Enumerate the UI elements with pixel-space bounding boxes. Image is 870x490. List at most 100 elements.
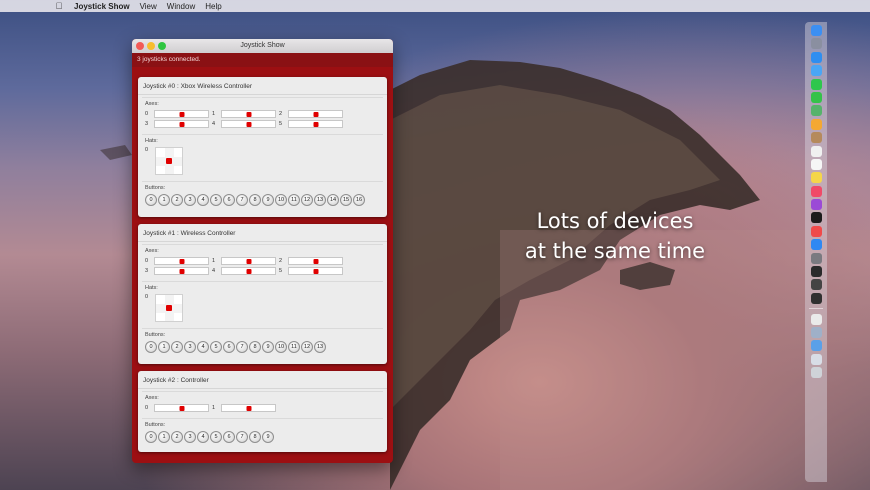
menu-app-name[interactable]: Joystick Show [74,2,130,11]
promo-caption: Lots of devices at the same time [480,206,750,266]
facetime-icon[interactable] [810,91,822,103]
joystick-button-6: 6 [223,431,235,443]
music-icon[interactable] [810,185,822,197]
window-title: Joystick Show [240,42,285,49]
axis-2: 2 [279,257,346,265]
axis-indicator [246,269,251,274]
joystick-button-3: 3 [184,431,196,443]
buttons-row: 0123456789 [145,431,380,443]
joystick-panel-2: Joystick #2 : Controller Axes: 0 1 Buttons: 0… [138,371,387,452]
podcasts-icon[interactable] [810,199,822,211]
axes-section: Axes: 0 1 [142,391,383,416]
axis-bar [288,267,343,275]
joystick-button-1: 1 [158,431,170,443]
photos-icon[interactable] [810,118,822,130]
axis-1: 1 [212,110,279,118]
news-icon[interactable] [810,225,822,237]
finder-icon[interactable] [810,25,822,36]
caption-line-1: Lots of devices [536,209,694,233]
maps-icon[interactable] [810,105,822,117]
axes-label: Axes: [145,248,159,254]
axis-index-label: 0 [145,258,149,264]
contacts-icon[interactable] [810,132,822,144]
trash-icon[interactable] [810,367,822,379]
apple-menu-icon[interactable]:  [52,1,66,11]
axis-3: 3 [145,120,212,128]
app-store-icon[interactable] [810,239,822,251]
preview-icon[interactable] [810,313,822,325]
hat-0: 0 [145,294,380,322]
axis-bar [221,110,276,118]
safari-icon[interactable] [810,51,822,63]
axes-grid: 01 [145,404,380,412]
joystick-button-13: 13 [314,341,326,353]
joystick-button-2: 2 [171,194,183,206]
joystick-title: Joystick #1 : Wireless Controller [138,224,387,242]
axis-bar [221,267,276,275]
buttons-row: 0 1 2 3 4 5 6 7 8 9 10 11 12 13 [145,341,380,353]
messages-icon[interactable] [810,78,822,90]
joystick-button-8: 8 [249,341,261,353]
axis-indicator [313,259,318,264]
joystick-button-7: 7 [236,341,248,353]
joystick-panel-1: Joystick #1 : Wireless Controller Axes: 0 1… [138,224,387,364]
axis-2: 2 [279,110,346,118]
minimize-window-button[interactable] [147,42,155,50]
joystick-button-5: 5 [210,194,222,206]
joystick-panel-0: Joystick #0 : Xbox Wireless Controller Ax… [138,77,387,217]
axis-index-label: 4 [212,268,216,274]
window-titlebar[interactable]: Joystick Show [132,39,393,53]
axis-bar [154,404,209,412]
joystick-button-8: 8 [249,194,261,206]
axis-bar [288,257,343,265]
axis-bar [221,257,276,265]
axis-bar [288,120,343,128]
axis-index-label: 1 [212,405,216,411]
buttons-label: Buttons: [145,332,166,338]
axis-0: 0 [145,257,212,265]
joystick-button-1: 1 [158,194,170,206]
joystick-button-13: 13 [314,194,326,206]
menu-window[interactable]: Window [167,2,195,11]
joystick-button-4: 4 [197,341,209,353]
axis-index-label: 5 [279,268,283,274]
hat-index-label: 0 [145,147,149,153]
console-icon[interactable] [810,279,822,291]
terminal-icon[interactable] [810,266,822,278]
axis-bar [154,267,209,275]
downloads-icon[interactable] [810,326,822,338]
folder-icon[interactable] [810,340,822,352]
axis-indicator [246,259,251,264]
axis-index-label: 1 [212,111,216,117]
system-preferences-icon[interactable] [810,252,822,264]
joystick-button-3: 3 [184,194,196,206]
menu-bar:  Joystick Show View Window Help [0,0,870,12]
joystick-button-10: 10 [275,341,287,353]
notes-icon[interactable] [810,172,822,184]
axis-indicator [179,269,184,274]
close-window-button[interactable] [136,42,144,50]
joystick-show-icon[interactable] [810,292,822,304]
axis-bar [154,120,209,128]
joystick-show-window: Joystick Show 3 joysticks connected. Joy… [132,39,393,463]
launchpad-icon[interactable] [810,38,822,50]
axes-grid: 0 1 2 3 4 5 [145,110,380,128]
menu-view[interactable]: View [140,2,157,11]
zoom-window-button[interactable] [158,42,166,50]
hat-indicator [166,158,172,164]
reminders-icon[interactable] [810,158,822,170]
menu-help[interactable]: Help [205,2,221,11]
documents-icon[interactable] [810,353,822,365]
mail-icon[interactable] [810,65,822,77]
hat-indicator-box [155,147,183,175]
axes-label: Axes: [145,101,159,107]
connection-status: 3 joysticks connected. [132,53,393,67]
calendar-icon[interactable] [810,145,822,157]
tv-icon[interactable] [810,212,822,224]
axis-indicator [246,406,251,411]
joystick-button-7: 7 [236,194,248,206]
axis-index-label: 4 [212,121,216,127]
axis-index-label: 0 [145,111,149,117]
dock [805,22,827,482]
axis-bar [221,120,276,128]
